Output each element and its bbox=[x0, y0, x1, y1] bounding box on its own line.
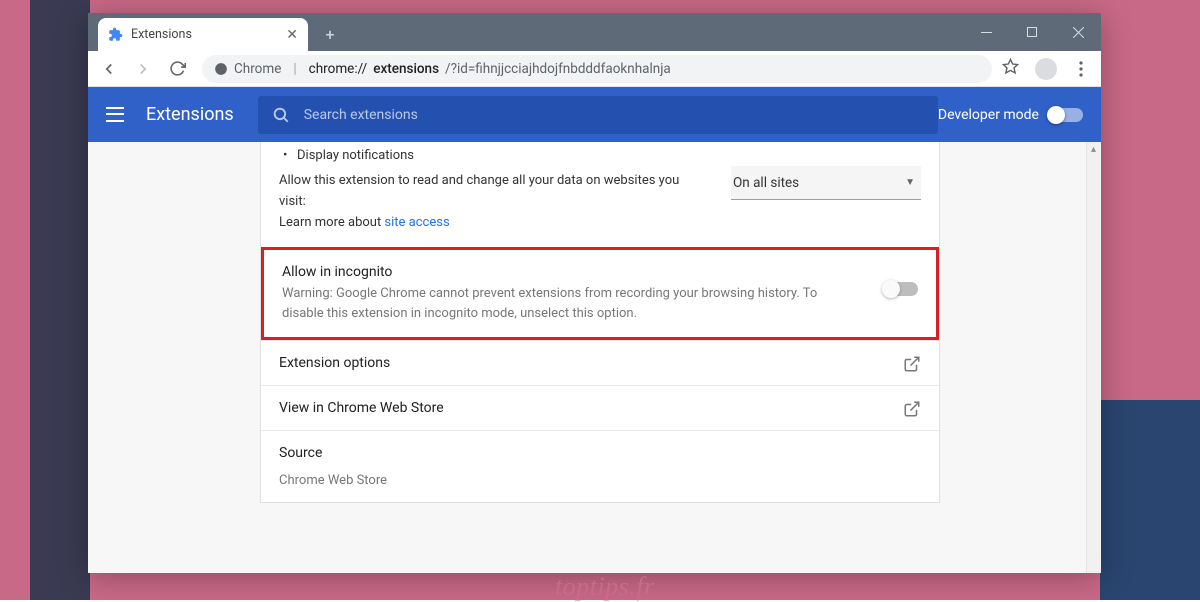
titlebar: Extensions ✕ + bbox=[88, 13, 1101, 51]
reload-button[interactable] bbox=[162, 54, 192, 84]
dropdown-value: On all sites bbox=[733, 175, 799, 191]
search-icon bbox=[272, 106, 290, 124]
open-external-icon bbox=[903, 400, 921, 418]
search-placeholder: Search extensions bbox=[304, 107, 418, 123]
extension-options-row[interactable]: Extension options bbox=[261, 340, 939, 385]
url-separator: | bbox=[293, 61, 296, 77]
developer-mode-toggle[interactable] bbox=[1049, 108, 1083, 122]
chevron-down-icon: ▼ bbox=[905, 177, 915, 188]
site-access-description: Allow this extension to read and change … bbox=[279, 171, 709, 213]
developer-mode-control: Developer mode bbox=[938, 107, 1083, 123]
watermark: toptips.fr bbox=[555, 572, 655, 602]
site-access-link[interactable]: site access bbox=[384, 215, 449, 230]
developer-mode-label: Developer mode bbox=[938, 107, 1039, 123]
window-controls bbox=[963, 13, 1101, 51]
learn-more-line: Learn more about site access bbox=[279, 213, 921, 234]
profile-avatar[interactable] bbox=[1035, 58, 1057, 80]
incognito-title: Allow in incognito bbox=[282, 264, 918, 280]
address-bar[interactable]: Chrome | chrome:// extensions /?id=fihnjjc… bbox=[202, 55, 992, 83]
search-input[interactable]: Search extensions bbox=[258, 96, 938, 134]
source-row: Source Chrome Web Store bbox=[261, 430, 939, 502]
browser-window: Extensions ✕ + Chrome | chrome:// extensi… bbox=[88, 13, 1101, 573]
chrome-icon bbox=[214, 62, 228, 76]
scroll-up-arrow[interactable]: ▴ bbox=[1086, 142, 1101, 157]
incognito-warning: Warning: Google Chrome cannot prevent ex… bbox=[282, 284, 842, 323]
allow-incognito-row: Allow in incognito Warning: Google Chrom… bbox=[261, 247, 939, 340]
webstore-label: View in Chrome Web Store bbox=[279, 400, 921, 416]
extensions-header: Extensions Search extensions Developer m… bbox=[88, 87, 1101, 142]
source-value: Chrome Web Store bbox=[279, 473, 921, 488]
back-button[interactable] bbox=[94, 54, 124, 84]
learn-more-prefix: Learn more about bbox=[279, 215, 384, 230]
extension-detail-card: Display notifications Allow this extensi… bbox=[260, 142, 940, 503]
view-webstore-row[interactable]: View in Chrome Web Store bbox=[261, 385, 939, 430]
source-label: Source bbox=[279, 445, 921, 461]
incognito-toggle[interactable] bbox=[884, 282, 918, 296]
permissions-row: Display notifications Allow this extensi… bbox=[261, 142, 939, 247]
content-area: ▴ Display notifications Allow this exten… bbox=[88, 142, 1101, 573]
url-rest: /?id=fihnjjcciajhdojfnbdddfaoknhalnja bbox=[445, 61, 671, 77]
open-external-icon bbox=[903, 355, 921, 373]
browser-tab[interactable]: Extensions ✕ bbox=[98, 18, 308, 51]
url-path-bold: extensions bbox=[373, 61, 439, 77]
extension-options-label: Extension options bbox=[279, 355, 921, 371]
tab-close-icon[interactable]: ✕ bbox=[286, 27, 298, 43]
scrollbar[interactable]: ▴ bbox=[1086, 142, 1101, 573]
browser-menu-button[interactable] bbox=[1067, 61, 1095, 77]
tab-title: Extensions bbox=[131, 27, 192, 42]
page-title: Extensions bbox=[146, 104, 234, 125]
bookmark-star-icon[interactable] bbox=[1002, 58, 1019, 79]
url-host: chrome:// bbox=[309, 61, 368, 77]
maximize-button[interactable] bbox=[1009, 13, 1055, 51]
menu-icon[interactable] bbox=[106, 105, 126, 125]
url-scheme-label: Chrome bbox=[234, 61, 281, 77]
address-bar-row: Chrome | chrome:// extensions /?id=fihnjjc… bbox=[88, 51, 1101, 87]
close-window-button[interactable] bbox=[1055, 13, 1101, 51]
new-tab-button[interactable]: + bbox=[316, 20, 344, 48]
forward-button[interactable] bbox=[128, 54, 158, 84]
extension-icon bbox=[108, 27, 123, 42]
minimize-button[interactable] bbox=[963, 13, 1009, 51]
permission-item: Display notifications bbox=[279, 148, 921, 163]
site-access-dropdown[interactable]: On all sites ▼ bbox=[731, 166, 921, 200]
